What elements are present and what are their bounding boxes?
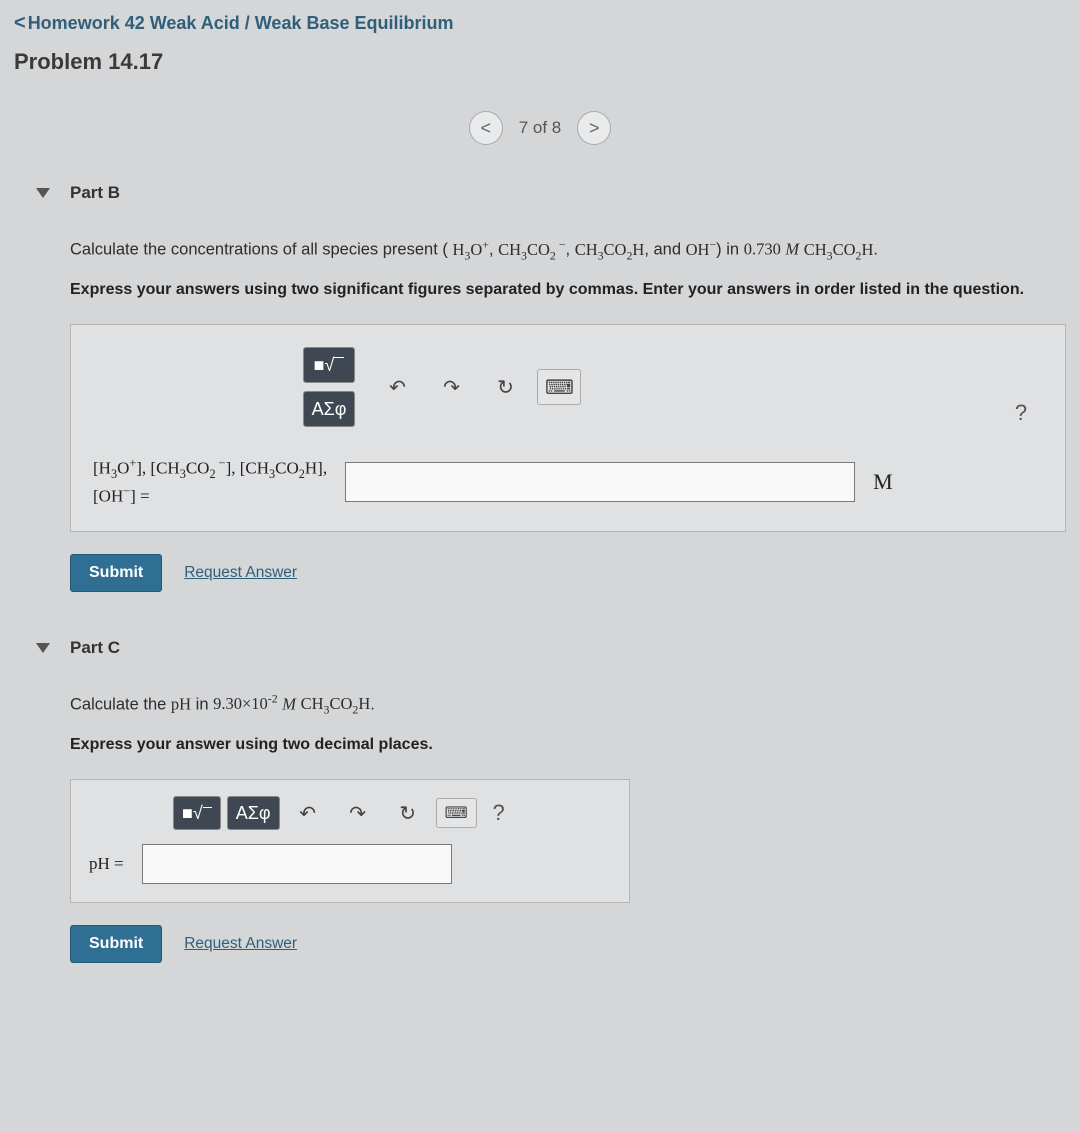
root-template-icon: ■√ bbox=[314, 355, 345, 376]
help-button[interactable]: ? bbox=[1005, 395, 1037, 431]
greek-button[interactable]: ΑΣφ bbox=[303, 391, 356, 427]
answer-eq: = bbox=[136, 487, 150, 506]
part-c-submit-button[interactable]: Submit bbox=[70, 925, 162, 963]
ph-word: pH bbox=[171, 694, 191, 713]
species-ch3co2h: CH3CO2H bbox=[301, 694, 371, 713]
prompt-mid: ) in bbox=[716, 241, 744, 259]
keyboard-button[interactable]: ⌨ bbox=[537, 369, 581, 405]
undo-icon: ↶ bbox=[389, 375, 406, 400]
part-b-actions: Submit Request Answer bbox=[70, 554, 1066, 592]
part-c-actions: Submit Request Answer bbox=[70, 925, 1066, 963]
part-b-toolbar: ■√ ΑΣφ ↶ ↷ ↻ ⌨ ? bbox=[93, 347, 1043, 427]
back-link[interactable]: < Homework 42 Weak Acid / Weak Base Equi… bbox=[14, 12, 454, 35]
part-c-prompt: Calculate the pH in 9.30×10-2 M CH3CO2H. bbox=[70, 690, 1066, 719]
part-c-answer-row: pH = bbox=[89, 844, 611, 884]
part-b-prompt: Calculate the concentrations of all spec… bbox=[70, 235, 1066, 264]
part-b-instructions: Express your answers using two significa… bbox=[70, 278, 1066, 302]
problem-title: Problem 14.17 bbox=[14, 49, 1066, 75]
species-h3o: H3O+ bbox=[452, 240, 488, 259]
part-b-section: Part B Calculate the concentrations of a… bbox=[14, 179, 1066, 592]
help-icon: ? bbox=[1015, 400, 1027, 426]
reset-button[interactable]: ↻ bbox=[386, 796, 430, 830]
back-link-label: Homework 42 Weak Acid / Weak Base Equili… bbox=[28, 13, 454, 34]
next-button[interactable]: > bbox=[577, 111, 611, 145]
chevron-left-icon: < bbox=[480, 118, 491, 139]
part-c-instructions: Express your answer using two decimal pl… bbox=[70, 733, 1066, 757]
species-ch3co2minus: CH3CO2 − bbox=[498, 240, 565, 259]
concentration-unit: M bbox=[785, 240, 799, 259]
greek-label: ΑΣφ bbox=[236, 803, 271, 824]
part-b-answer-input[interactable] bbox=[345, 462, 855, 502]
undo-button[interactable]: ↶ bbox=[286, 796, 330, 830]
part-c-answer-input[interactable] bbox=[142, 844, 452, 884]
prev-button[interactable]: < bbox=[469, 111, 503, 145]
greek-label: ΑΣφ bbox=[312, 399, 347, 420]
part-c-toolbar: ■√ ΑΣφ ↶ ↷ ↻ ⌨ ? bbox=[89, 796, 611, 830]
reset-button[interactable]: ↻ bbox=[483, 369, 527, 405]
redo-button[interactable]: ↷ bbox=[429, 369, 473, 405]
concentration-unit: M bbox=[282, 694, 296, 713]
redo-icon: ↷ bbox=[349, 801, 366, 826]
help-button[interactable]: ? bbox=[483, 796, 515, 830]
answer-lhs: pH = bbox=[89, 852, 124, 876]
chevron-right-icon: > bbox=[589, 118, 600, 139]
undo-button[interactable]: ↶ bbox=[375, 369, 419, 405]
species-ch3co2h: CH3CO2H bbox=[575, 240, 645, 259]
part-c-section: Part C Calculate the pH in 9.30×10-2 M C… bbox=[14, 634, 1066, 963]
collapse-icon bbox=[36, 188, 50, 198]
species-ohminus: OH− bbox=[686, 240, 717, 259]
concentration-value: 9.30×10-2 bbox=[213, 694, 278, 713]
part-b-request-answer-link[interactable]: Request Answer bbox=[184, 564, 297, 582]
pager: < 7 of 8 > bbox=[14, 111, 1066, 145]
templates-button[interactable]: ■√ bbox=[173, 796, 221, 830]
part-c-title: Part C bbox=[70, 638, 120, 658]
prompt-text: Calculate the concentrations of all spec… bbox=[70, 241, 448, 259]
reset-icon: ↻ bbox=[399, 801, 416, 826]
keyboard-icon: ⌨ bbox=[445, 803, 468, 823]
part-b-title: Part B bbox=[70, 183, 120, 203]
part-b-unit: M bbox=[873, 469, 893, 495]
greek-button[interactable]: ΑΣφ bbox=[227, 796, 280, 830]
redo-icon: ↷ bbox=[443, 375, 460, 400]
pager-text: 7 of 8 bbox=[519, 118, 562, 138]
keyboard-button[interactable]: ⌨ bbox=[436, 798, 477, 828]
part-c-request-answer-link[interactable]: Request Answer bbox=[184, 935, 297, 953]
help-icon: ? bbox=[493, 800, 505, 826]
answer-lhs: [H3O+], [CH3CO2 −], [CH3CO2H], [OH−] = bbox=[93, 455, 327, 509]
chevron-left-icon: < bbox=[14, 12, 26, 35]
prompt-mid: in bbox=[191, 695, 213, 713]
undo-icon: ↶ bbox=[299, 801, 316, 826]
concentration-value: 0.730 bbox=[744, 240, 781, 259]
templates-button[interactable]: ■√ bbox=[303, 347, 356, 383]
part-c-header[interactable]: Part C bbox=[70, 634, 1066, 662]
collapse-icon bbox=[36, 643, 50, 653]
root-template-icon: ■√ bbox=[182, 803, 212, 824]
part-b-header[interactable]: Part B bbox=[70, 179, 1066, 207]
part-b-answer-box: ■√ ΑΣφ ↶ ↷ ↻ ⌨ ? bbox=[70, 324, 1066, 532]
reset-icon: ↻ bbox=[497, 375, 514, 400]
part-b-submit-button[interactable]: Submit bbox=[70, 554, 162, 592]
ph-label: pH bbox=[89, 854, 110, 873]
keyboard-icon: ⌨ bbox=[545, 375, 574, 400]
answer-eq: = bbox=[110, 854, 124, 873]
part-c-answer-box: ■√ ΑΣφ ↶ ↷ ↻ ⌨ ? pH = bbox=[70, 779, 630, 903]
solution-species: CH3CO2H bbox=[804, 240, 874, 259]
prompt-text: Calculate the bbox=[70, 695, 171, 713]
redo-button[interactable]: ↷ bbox=[336, 796, 380, 830]
part-b-answer-row: [H3O+], [CH3CO2 −], [CH3CO2H], [OH−] = M bbox=[93, 455, 1043, 509]
